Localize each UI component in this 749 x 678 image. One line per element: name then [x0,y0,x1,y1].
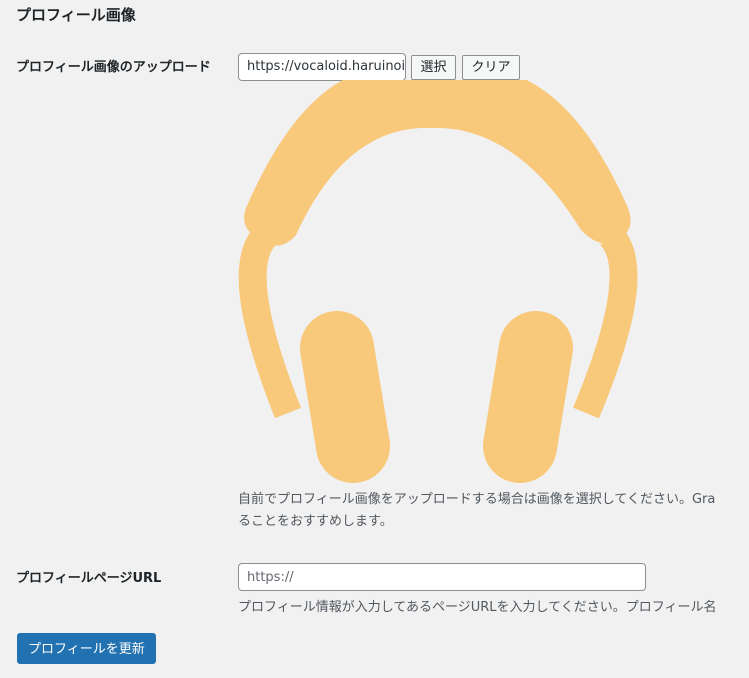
profile-image-description-line1: 自前でプロフィール画像をアップロードする場合は画像を選択してください。Gra [238,492,716,507]
profile-image-upload-label: プロフィール画像のアップロード [16,60,211,75]
profile-image-url-input[interactable]: https://vocaloid.haruinoi [238,53,406,81]
headphones-shape [238,80,638,483]
profile-page-url-label: プロフィールページURL [16,571,162,586]
profile-page-url-input[interactable] [238,563,646,591]
update-profile-button[interactable]: プロフィールを更新 [17,633,156,664]
select-image-button[interactable]: 選択 [411,55,456,80]
profile-image-description-line2: ることをおすすめします。 [238,514,393,529]
headphones-icon [238,80,638,483]
clear-image-button[interactable]: クリア [462,55,520,80]
profile-page-url-description: プロフィール情報が入力してあるページURLを入力してください。プロフィール名 [238,600,717,615]
section-title: プロフィール画像 [16,6,136,24]
